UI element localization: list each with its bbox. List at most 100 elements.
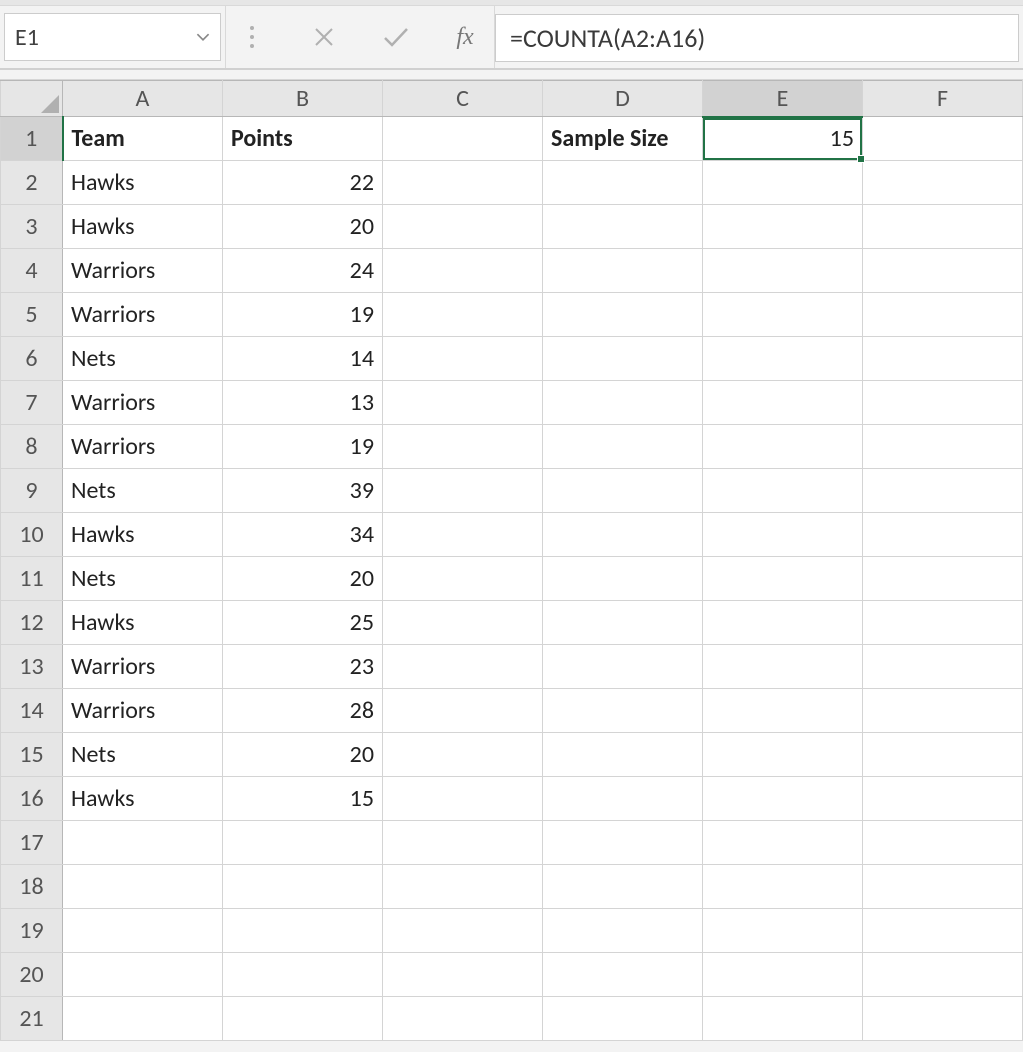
cell-B9[interactable]: 39 bbox=[223, 469, 383, 513]
cell-D10[interactable] bbox=[543, 513, 703, 557]
cell-D8[interactable] bbox=[543, 425, 703, 469]
cell-A13[interactable]: Warriors bbox=[63, 645, 223, 689]
cell-F19[interactable] bbox=[863, 909, 1023, 953]
cell-A19[interactable] bbox=[63, 909, 223, 953]
cell-A17[interactable] bbox=[63, 821, 223, 865]
select-all-corner[interactable] bbox=[1, 81, 63, 117]
cell-E2[interactable] bbox=[703, 161, 863, 205]
cell-F16[interactable] bbox=[863, 777, 1023, 821]
cell-C4[interactable] bbox=[383, 249, 543, 293]
cell-B11[interactable]: 20 bbox=[223, 557, 383, 601]
row-header-17[interactable]: 17 bbox=[1, 821, 63, 865]
cell-D20[interactable] bbox=[543, 953, 703, 997]
cell-E4[interactable] bbox=[703, 249, 863, 293]
cell-E11[interactable] bbox=[703, 557, 863, 601]
cell-B4[interactable]: 24 bbox=[223, 249, 383, 293]
cell-E18[interactable] bbox=[703, 865, 863, 909]
row-header-3[interactable]: 3 bbox=[1, 205, 63, 249]
cell-B1[interactable]: Points bbox=[223, 117, 383, 161]
cell-F10[interactable] bbox=[863, 513, 1023, 557]
cell-C12[interactable] bbox=[383, 601, 543, 645]
cell-D13[interactable] bbox=[543, 645, 703, 689]
cell-E19[interactable] bbox=[703, 909, 863, 953]
fx-icon[interactable]: fx bbox=[448, 13, 488, 61]
column-header-C[interactable]: C bbox=[383, 81, 543, 117]
cell-D7[interactable] bbox=[543, 381, 703, 425]
cell-E3[interactable] bbox=[703, 205, 863, 249]
cell-B21[interactable] bbox=[223, 997, 383, 1041]
cell-E10[interactable] bbox=[703, 513, 863, 557]
cell-B16[interactable]: 15 bbox=[223, 777, 383, 821]
cell-E13[interactable] bbox=[703, 645, 863, 689]
cell-E20[interactable] bbox=[703, 953, 863, 997]
cell-D15[interactable] bbox=[543, 733, 703, 777]
name-box[interactable]: E1 bbox=[4, 13, 221, 61]
cell-D5[interactable] bbox=[543, 293, 703, 337]
row-header-10[interactable]: 10 bbox=[1, 513, 63, 557]
column-header-B[interactable]: B bbox=[223, 81, 383, 117]
row-header-4[interactable]: 4 bbox=[1, 249, 63, 293]
cell-F1[interactable] bbox=[863, 117, 1023, 161]
cell-B19[interactable] bbox=[223, 909, 383, 953]
cell-F2[interactable] bbox=[863, 161, 1023, 205]
cell-C5[interactable] bbox=[383, 293, 543, 337]
row-header-18[interactable]: 18 bbox=[1, 865, 63, 909]
cell-E12[interactable] bbox=[703, 601, 863, 645]
cell-F18[interactable] bbox=[863, 865, 1023, 909]
cell-E1[interactable]: 15 bbox=[703, 117, 863, 161]
cell-D19[interactable] bbox=[543, 909, 703, 953]
row-header-12[interactable]: 12 bbox=[1, 601, 63, 645]
cell-F8[interactable] bbox=[863, 425, 1023, 469]
cell-F17[interactable] bbox=[863, 821, 1023, 865]
cell-A7[interactable]: Warriors bbox=[63, 381, 223, 425]
row-header-2[interactable]: 2 bbox=[1, 161, 63, 205]
cell-F9[interactable] bbox=[863, 469, 1023, 513]
cell-C20[interactable] bbox=[383, 953, 543, 997]
row-header-16[interactable]: 16 bbox=[1, 777, 63, 821]
cell-F7[interactable] bbox=[863, 381, 1023, 425]
cell-F3[interactable] bbox=[863, 205, 1023, 249]
spreadsheet-grid[interactable]: A B C D E F 1TeamPointsSample Size152Haw… bbox=[0, 80, 1023, 1041]
cell-F15[interactable] bbox=[863, 733, 1023, 777]
cell-D1[interactable]: Sample Size bbox=[543, 117, 703, 161]
cell-C11[interactable] bbox=[383, 557, 543, 601]
cell-A10[interactable]: Hawks bbox=[63, 513, 223, 557]
cell-E21[interactable] bbox=[703, 997, 863, 1041]
cell-E8[interactable] bbox=[703, 425, 863, 469]
cell-A2[interactable]: Hawks bbox=[63, 161, 223, 205]
row-header-21[interactable]: 21 bbox=[1, 997, 63, 1041]
row-header-20[interactable]: 20 bbox=[1, 953, 63, 997]
cell-D17[interactable] bbox=[543, 821, 703, 865]
cell-E16[interactable] bbox=[703, 777, 863, 821]
cell-C2[interactable] bbox=[383, 161, 543, 205]
cell-E9[interactable] bbox=[703, 469, 863, 513]
cell-C10[interactable] bbox=[383, 513, 543, 557]
cell-D4[interactable] bbox=[543, 249, 703, 293]
column-header-D[interactable]: D bbox=[543, 81, 703, 117]
cell-C9[interactable] bbox=[383, 469, 543, 513]
column-header-E[interactable]: E bbox=[703, 81, 863, 117]
cell-E6[interactable] bbox=[703, 337, 863, 381]
cell-E7[interactable] bbox=[703, 381, 863, 425]
cell-A3[interactable]: Hawks bbox=[63, 205, 223, 249]
fill-handle[interactable] bbox=[857, 155, 865, 163]
cell-F20[interactable] bbox=[863, 953, 1023, 997]
column-header-A[interactable]: A bbox=[63, 81, 223, 117]
row-header-6[interactable]: 6 bbox=[1, 337, 63, 381]
row-header-13[interactable]: 13 bbox=[1, 645, 63, 689]
cell-C13[interactable] bbox=[383, 645, 543, 689]
cell-F13[interactable] bbox=[863, 645, 1023, 689]
cell-B3[interactable]: 20 bbox=[223, 205, 383, 249]
cell-D2[interactable] bbox=[543, 161, 703, 205]
cell-F4[interactable] bbox=[863, 249, 1023, 293]
cell-B8[interactable]: 19 bbox=[223, 425, 383, 469]
cell-A11[interactable]: Nets bbox=[63, 557, 223, 601]
row-header-5[interactable]: 5 bbox=[1, 293, 63, 337]
cell-B18[interactable] bbox=[223, 865, 383, 909]
cell-D11[interactable] bbox=[543, 557, 703, 601]
cell-F14[interactable] bbox=[863, 689, 1023, 733]
cell-C7[interactable] bbox=[383, 381, 543, 425]
cell-D16[interactable] bbox=[543, 777, 703, 821]
cell-A12[interactable]: Hawks bbox=[63, 601, 223, 645]
cell-D12[interactable] bbox=[543, 601, 703, 645]
